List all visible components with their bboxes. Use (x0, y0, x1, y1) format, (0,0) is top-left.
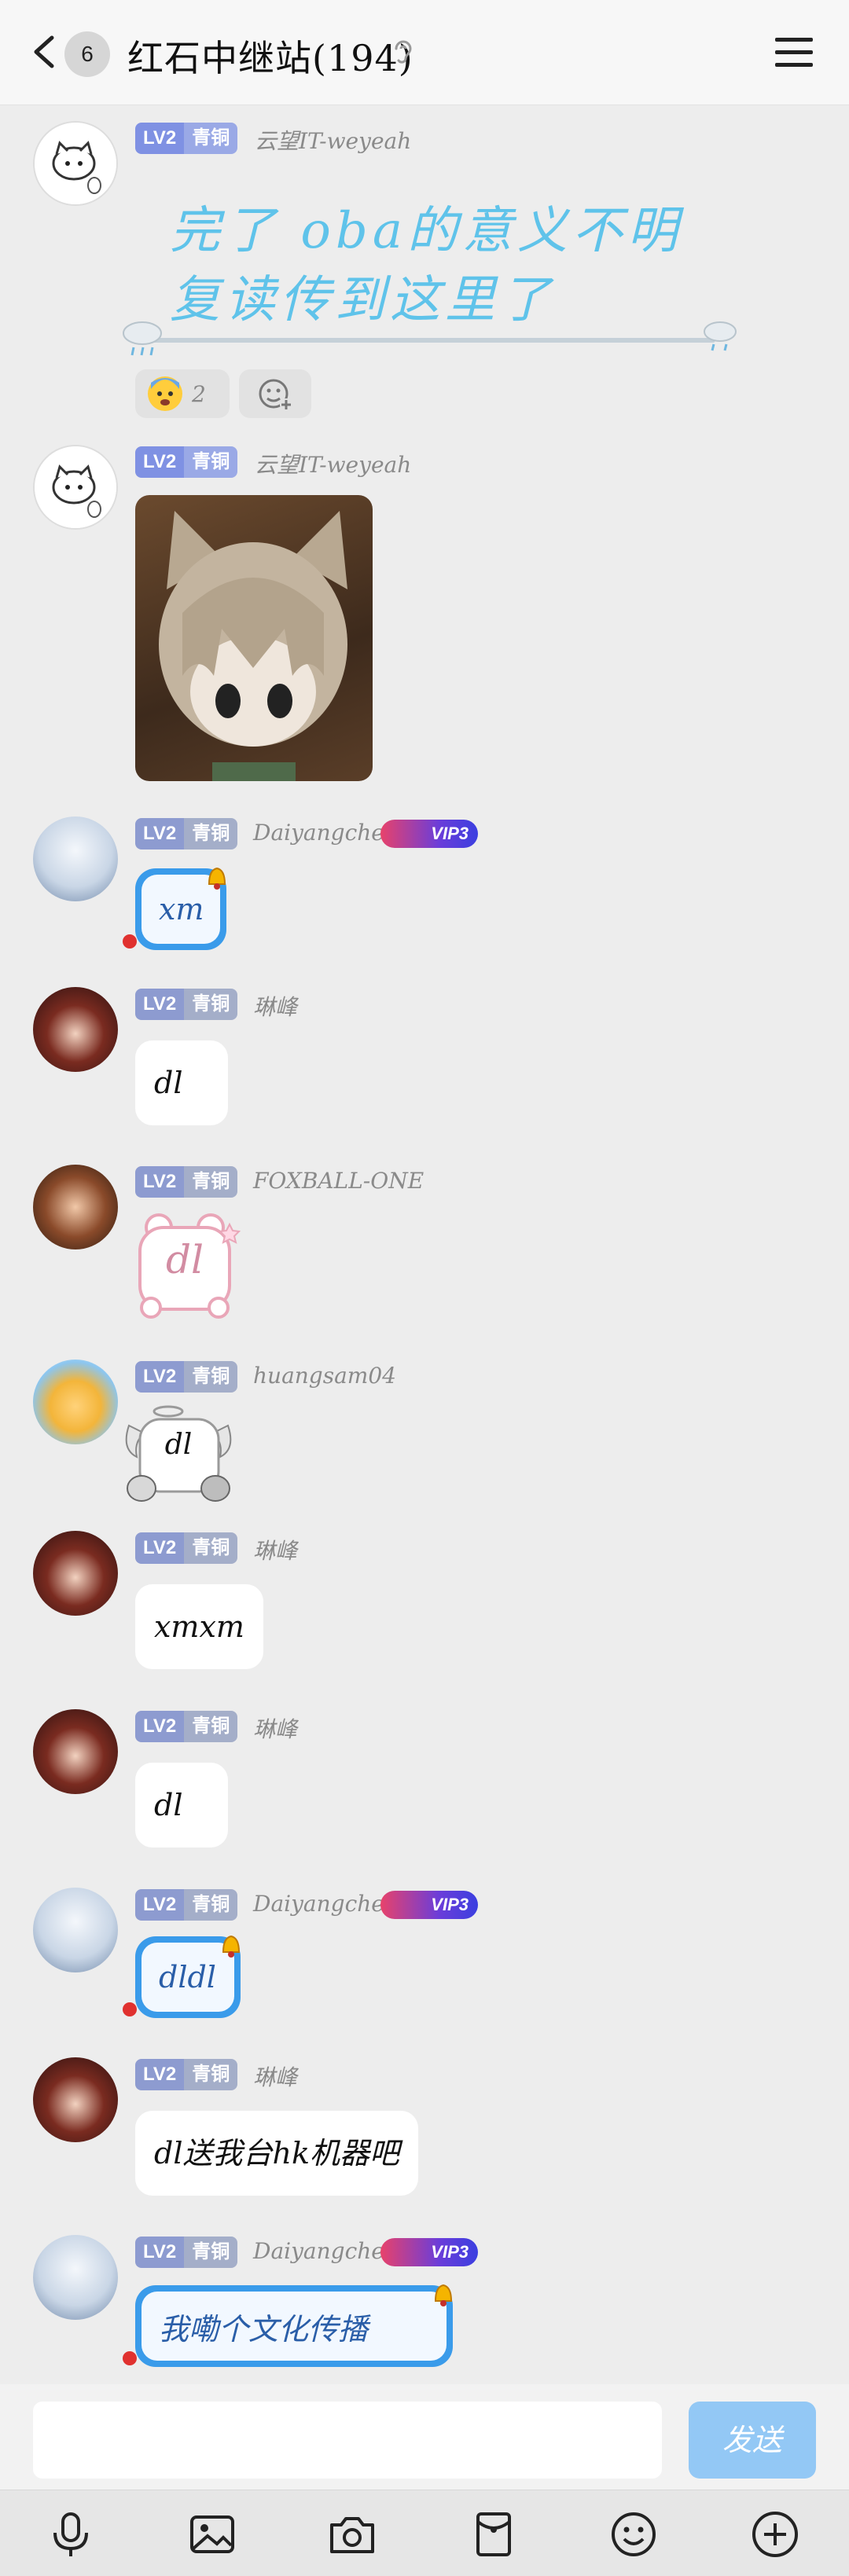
level-badge: LV2 青铜 (135, 1532, 238, 1564)
image-message[interactable] (135, 495, 373, 781)
reaction-count: 2 (192, 380, 206, 407)
avatar[interactable] (33, 2235, 118, 2320)
sender-nickname: 琳峰 (253, 994, 298, 1020)
bottom-toolbar (0, 2490, 849, 2576)
sticker-text: dl (166, 1237, 204, 1282)
anxious-emoji-icon (148, 376, 182, 411)
reaction-chip[interactable]: 2 (135, 369, 230, 418)
unread-count-badge: 6 (64, 31, 110, 77)
sender-nickname: 云望IT-weyeah (255, 128, 412, 154)
message-bubble: 我嘞个文化传播 (135, 2285, 453, 2367)
camera-icon[interactable] (327, 2509, 377, 2559)
sticker-bubble: dl (121, 1402, 236, 1509)
message-item: LV2 青铜 琳峰 dl (0, 1706, 849, 1848)
anime-character-image (159, 511, 347, 781)
message-item: LV2 青铜 FOXBALL-ONE dl (0, 1161, 849, 1327)
sender-nickname: FOXBALL-ONE (253, 1168, 424, 1194)
sender-nickname: 琳峰 (253, 1716, 298, 1742)
level-badge: LV2 青铜 (135, 1166, 238, 1198)
cat-avatar-icon (35, 123, 116, 204)
avatar[interactable] (33, 121, 118, 206)
large-text-line: 完了 oba的意义不明 (170, 202, 682, 260)
input-bar: 发送 (0, 2384, 849, 2490)
level-badge: LV2 青铜 (135, 1711, 238, 1742)
avatar[interactable] (33, 1888, 118, 1972)
sender-nickname: 琳峰 (253, 2064, 298, 2090)
message-item: LV2 青铜 琳峰 dl送我台hk机器吧 (0, 2054, 849, 2196)
level-badge: LV2 青铜 (135, 2237, 238, 2268)
level-badge: LV2 青铜 (135, 989, 238, 1020)
level-badge: LV2 青铜 (135, 446, 238, 478)
microphone-icon[interactable] (46, 2509, 96, 2559)
sender-nickname: huangsam04 (253, 1363, 396, 1389)
image-icon[interactable] (187, 2509, 237, 2559)
avatar[interactable] (33, 816, 118, 901)
avatar[interactable] (33, 2057, 118, 2142)
avatar[interactable] (33, 1531, 118, 1616)
avatar[interactable] (33, 1165, 118, 1249)
cat-avatar-icon (35, 446, 116, 528)
message-bubble: dl (135, 1763, 228, 1848)
bell-icon (208, 867, 226, 890)
send-button[interactable]: 发送 (689, 2402, 816, 2479)
sticker-bubble: dl (127, 1209, 242, 1323)
level-badge: LV2 青铜 (135, 818, 238, 849)
vip-badge: VIP3 (380, 2238, 478, 2266)
avatar[interactable] (33, 445, 118, 530)
chat-header: 6 红石中继站(194) (0, 0, 849, 105)
emoji-icon[interactable] (608, 2509, 659, 2559)
rain-decoration (142, 338, 715, 343)
message-item: LV2 青铜 云望IT-weyeah 完了 oba的意义不明 复读传到这里了 2 (0, 118, 849, 432)
red-dot (123, 934, 137, 949)
level-badge: LV2 青铜 (135, 1889, 238, 1921)
message-item: LV2 青铜 云望IT-weyeah (0, 442, 849, 787)
sender-nickname: 琳峰 (253, 1538, 298, 1564)
plus-icon[interactable] (750, 2509, 800, 2559)
chat-title: 红石中继站(194) (127, 37, 413, 79)
message-item: LV2 青铜 琳峰 xmxm (0, 1528, 849, 1669)
add-reaction-button[interactable] (239, 369, 311, 418)
avatar[interactable] (33, 1709, 118, 1794)
message-item: LV2 青铜 huangsam04 dl (0, 1356, 849, 1514)
message-item: LV2 青铜 琳峰 dl (0, 984, 849, 1125)
vip-badge: VIP3 (380, 1891, 478, 1919)
message-input[interactable] (33, 2402, 662, 2479)
sender-nickname: 云望IT-weyeah (255, 452, 412, 478)
message-item: LV2 青铜 Daiyangcheng VIP3 xm (0, 813, 849, 955)
cloud-icon (123, 321, 162, 356)
level-badge: LV2 青铜 (135, 123, 238, 154)
message-item: LV2 青铜 Daiyangcheng VIP3 dldl (0, 1884, 849, 2026)
large-text-line: 复读传到这里了 (170, 271, 555, 329)
level-badge: LV2 青铜 (135, 1361, 238, 1393)
message-bubble: dl (135, 1040, 228, 1125)
add-emoji-icon (259, 379, 292, 411)
avatar[interactable] (33, 987, 118, 1072)
cloud-icon (704, 321, 737, 351)
bell-icon (434, 2284, 453, 2306)
menu-icon[interactable] (774, 33, 814, 72)
red-dot (123, 2351, 137, 2365)
red-dot (123, 2002, 137, 2016)
chevron-left-icon (34, 35, 54, 68)
level-badge: LV2 青铜 (135, 2059, 238, 2090)
message-item: LV2 青铜 Daiyangcheng VIP3 我嘞个文化传播 (0, 2232, 849, 2373)
red-packet-icon[interactable] (469, 2509, 519, 2559)
bell-icon (222, 1935, 241, 1958)
sticker-text: dl (164, 1429, 193, 1461)
message-bubble: dl送我台hk机器吧 (135, 2111, 418, 2196)
message-bubble: xmxm (135, 1584, 263, 1669)
vip-badge: VIP3 (380, 820, 478, 848)
ear-icon (395, 40, 412, 64)
avatar[interactable] (33, 1360, 118, 1444)
back-button[interactable]: 6 (24, 27, 118, 79)
